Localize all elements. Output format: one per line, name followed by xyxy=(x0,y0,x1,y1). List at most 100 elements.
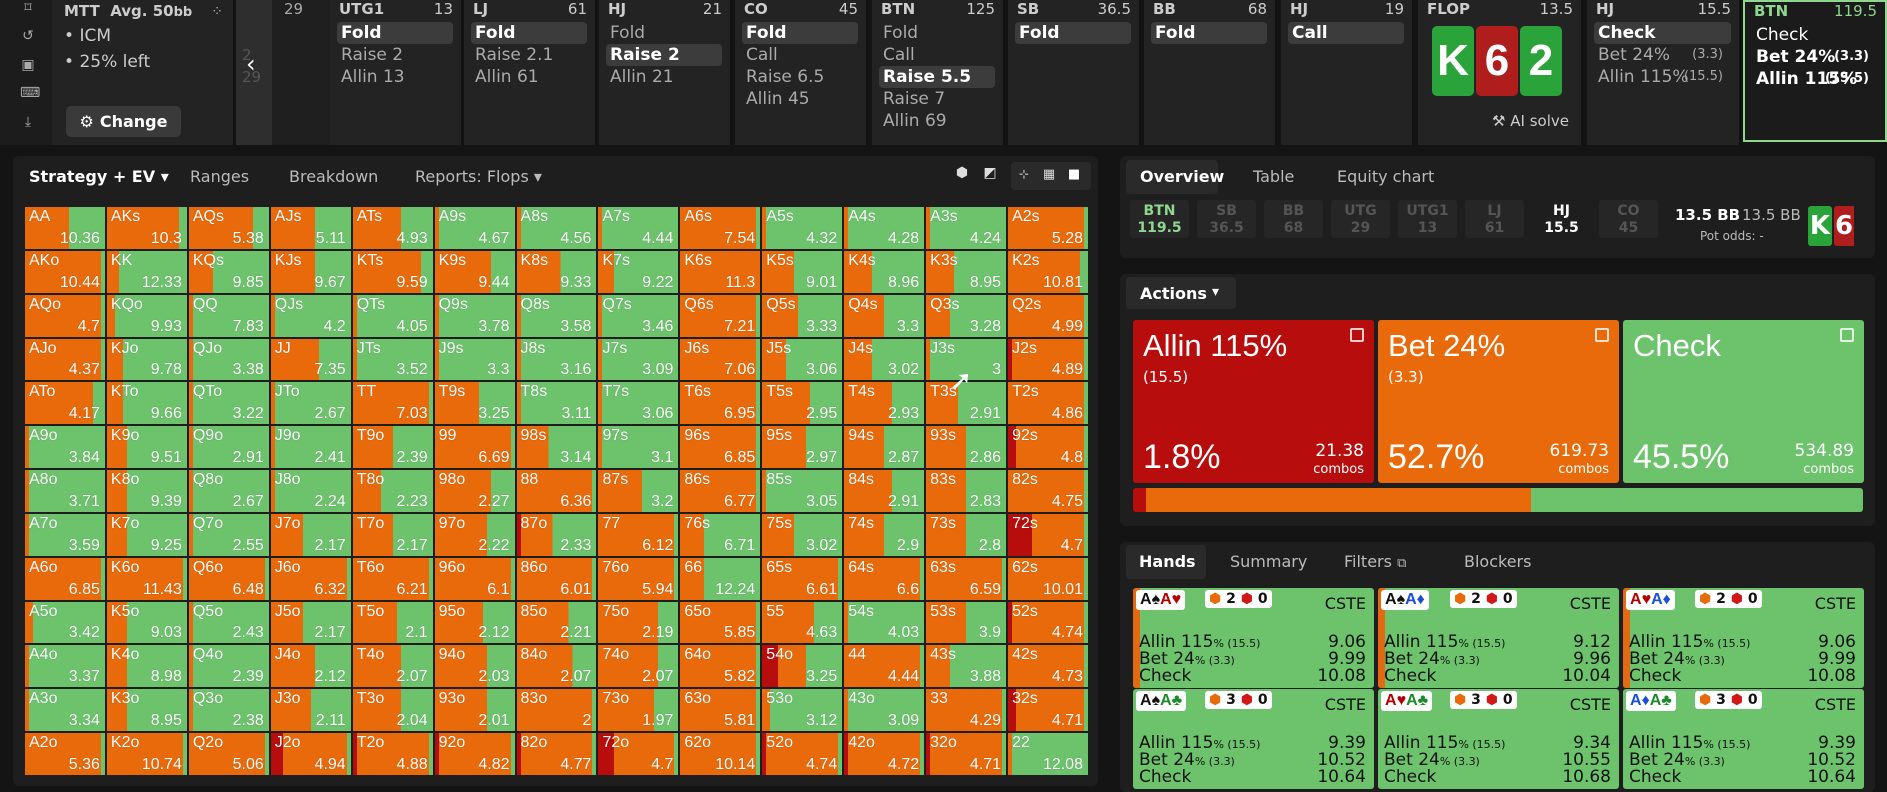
hand-cell-A7s[interactable]: A7s 4.44 xyxy=(597,206,680,250)
action-card-bet-24-[interactable]: Bet 24% (3.3) 52.7% 619.73 combos xyxy=(1378,320,1619,483)
hand-cell-K5o[interactable]: K5o 9.03 xyxy=(105,600,188,645)
hand-cell-42s[interactable]: 42s 4.73 xyxy=(1007,644,1089,689)
hand-cell-K2o[interactable]: K2o 10.74 xyxy=(105,732,188,776)
position-chip-utg[interactable]: UTG 29 xyxy=(1331,200,1390,238)
action-fold[interactable]: Fold xyxy=(879,22,995,44)
hand-cell-Q5o[interactable]: Q5o 2.43 xyxy=(187,600,270,645)
action-fold[interactable]: Fold xyxy=(1151,22,1267,44)
hand-cell-63o[interactable]: 63o 5.81 xyxy=(679,688,762,733)
hand-cell-53s[interactable]: 53s 3.9 xyxy=(925,600,1008,645)
action-allin[interactable]: Allin 115% (15.5) xyxy=(1752,68,1877,90)
hand-cell-T4o[interactable]: T4o 2.07 xyxy=(351,644,434,689)
details-icon[interactable] xyxy=(1840,328,1854,342)
hand-cell-AQs[interactable]: AQs 5.38 xyxy=(187,206,270,250)
hand-cell-K8s[interactable]: K8s 9.33 xyxy=(515,249,598,294)
action-check[interactable]: Check xyxy=(1752,24,1877,46)
actions-dropdown[interactable]: Actions ▾ xyxy=(1126,277,1236,309)
hand-cell-73s[interactable]: 73s 2.8 xyxy=(925,512,1008,557)
hand-cell-93s[interactable]: 93s 2.86 xyxy=(925,425,1008,470)
hand-cell-98o[interactable]: 98o 2.27 xyxy=(433,469,516,513)
hand-cell-A2o[interactable]: A2o 5.36 xyxy=(24,732,106,776)
gamepad-icon[interactable]: ⌨ xyxy=(20,85,40,101)
hand-cell-K7s[interactable]: K7s 9.22 xyxy=(597,249,680,294)
hand-cell-85s[interactable]: 85s 3.05 xyxy=(761,469,844,513)
hand-cell-J4s[interactable]: J4s 3.02 xyxy=(843,337,926,382)
hand-cell-33[interactable]: 33 4.29 xyxy=(925,688,1008,733)
action-fold[interactable]: Fold xyxy=(1015,22,1131,44)
hand-cell-97o[interactable]: 97o 2.22 xyxy=(433,512,516,557)
hand-cell-99[interactable]: 99 6.69 xyxy=(433,425,516,470)
hand-cell-76s[interactable]: 76s 6.71 xyxy=(679,512,762,557)
action-call[interactable]: Call xyxy=(742,44,858,66)
hand-cell-A2s[interactable]: A2s 5.28 xyxy=(1007,206,1089,250)
hand-cell-43s[interactable]: 43s 3.88 xyxy=(925,644,1008,689)
hand-cell-62o[interactable]: 62o 10.14 xyxy=(679,732,762,776)
hand-cell-A6s[interactable]: A6s 7.54 xyxy=(679,206,762,250)
action-raise-2-1[interactable]: Raise 2.1 xyxy=(471,44,587,66)
action-allin-21[interactable]: Allin 21 xyxy=(606,66,722,88)
action-card-allin-115-[interactable]: Allin 115% (15.5) 1.8% 21.38 combos xyxy=(1133,320,1374,483)
hand-cell-74o[interactable]: 74o 2.07 xyxy=(597,644,680,689)
hand-cell-J2o[interactable]: J2o 4.94 xyxy=(269,732,352,776)
hand-cell-KQs[interactable]: KQs 9.85 xyxy=(187,249,270,294)
hand-cell-JTo[interactable]: JTo 2.67 xyxy=(269,381,352,426)
hand-cell-65o[interactable]: 65o 5.85 xyxy=(679,600,762,645)
position-column-hj-flop[interactable]: HJ 15.5 Check Bet 24% (3.3) Allin 115% (15… xyxy=(1587,0,1741,145)
hand-cell-QQ[interactable]: QQ 7.83 xyxy=(187,293,270,338)
hand-cell-Q4s[interactable]: Q4s 3.3 xyxy=(843,293,926,338)
position-column-lj[interactable]: LJ 61 Fold Raise 2.1 Allin 61 xyxy=(464,0,597,145)
hand-cell-QJs[interactable]: QJs 4.2 xyxy=(269,293,352,338)
hand-cell-94s[interactable]: 94s 2.87 xyxy=(843,425,926,470)
position-chip-sb[interactable]: SB 36.5 xyxy=(1197,200,1256,238)
hand-combo-card[interactable]: A♦A♣ ⬢ 3 ⬢ 0 CSTE Allin 115% (15.5) 9.39 Bet … xyxy=(1623,689,1864,789)
hand-cell-T7o[interactable]: T7o 2.17 xyxy=(351,512,434,557)
hand-cell-KTs[interactable]: KTs 9.59 xyxy=(351,249,434,294)
bookmark-icon[interactable]: ⌑ xyxy=(20,0,36,16)
change-button[interactable]: ⚙ Change xyxy=(66,106,181,137)
hand-cell-T4s[interactable]: T4s 2.93 xyxy=(843,381,926,426)
position-chip-bb[interactable]: BB 68 xyxy=(1264,200,1323,238)
tab-equity-chart[interactable]: Equity chart xyxy=(1337,167,1434,186)
position-chip-co[interactable]: CO 45 xyxy=(1599,200,1658,238)
hand-cell-66[interactable]: 66 12.24 xyxy=(679,556,762,601)
hand-cell-82o[interactable]: 82o 4.77 xyxy=(515,732,598,776)
hand-cell-53o[interactable]: 53o 3.12 xyxy=(761,688,844,733)
hand-cell-64s[interactable]: 64s 6.6 xyxy=(843,556,926,601)
hand-cell-Q2s[interactable]: Q2s 4.99 xyxy=(1007,293,1089,338)
hand-cell-A8o[interactable]: A8o 3.71 xyxy=(24,469,106,513)
hand-cell-K3s[interactable]: K3s 8.95 xyxy=(925,249,1008,294)
action-raise-7[interactable]: Raise 7 xyxy=(879,88,995,110)
hand-cell-KQo[interactable]: KQo 9.93 xyxy=(105,293,188,338)
hand-cell-QTs[interactable]: QTs 4.05 xyxy=(351,293,434,338)
hand-cell-K7o[interactable]: K7o 9.25 xyxy=(105,512,188,557)
half-square-icon[interactable]: ◩ xyxy=(979,165,1001,187)
action-card-check[interactable]: Check 45.5% 534.89 combos xyxy=(1623,320,1864,483)
hand-cell-A7o[interactable]: A7o 3.59 xyxy=(24,512,106,557)
hand-cell-Q5s[interactable]: Q5s 3.33 xyxy=(761,293,844,338)
hand-cell-KJo[interactable]: KJo 9.78 xyxy=(105,337,188,382)
hand-cell-JTs[interactable]: JTs 3.52 xyxy=(351,337,434,382)
hand-cell-98s[interactable]: 98s 3.14 xyxy=(515,425,598,470)
position-column-btn-active[interactable]: BTN 119.5 Check Bet 24% (3.3) Allin 115%(… xyxy=(1743,0,1887,142)
position-column-hj[interactable]: HJ 19 Call xyxy=(1281,0,1414,145)
hand-cell-Q6s[interactable]: Q6s 7.21 xyxy=(679,293,762,338)
action-bet[interactable]: Bet 24% (3.3) xyxy=(1752,46,1877,68)
hand-cell-AA[interactable]: AA 10.36 xyxy=(24,206,106,250)
hand-cell-J4o[interactable]: J4o 2.12 xyxy=(269,644,352,689)
hand-cell-KK[interactable]: KK 12.33 xyxy=(105,249,188,294)
position-column-btn[interactable]: BTN 125 Fold Call Raise 5.5 Raise 7 Allin 69 xyxy=(872,0,1005,145)
hand-combo-card[interactable]: A♥A♦ ⬢ 2 ⬢ 0 CSTE Allin 115% (15.5) 9.06 Bet … xyxy=(1623,588,1864,688)
action-call[interactable]: Call xyxy=(879,44,995,66)
position-chip-btn[interactable]: BTN 119.5 xyxy=(1130,200,1189,238)
hand-combo-card[interactable]: A♠A♣ ⬢ 3 ⬢ 0 CSTE Allin 115% (15.5) 9.39 Bet … xyxy=(1133,689,1374,789)
hand-cell-T5o[interactable]: T5o 2.1 xyxy=(351,600,434,645)
hand-cell-87o[interactable]: 87o 2.33 xyxy=(515,512,598,557)
tab-table[interactable]: Table xyxy=(1253,167,1294,186)
hand-cell-52o[interactable]: 52o 4.74 xyxy=(761,732,844,776)
position-column-co[interactable]: CO 45 Fold Call Raise 6.5 Allin 45 xyxy=(735,0,868,145)
hand-cell-A5s[interactable]: A5s 4.32 xyxy=(761,206,844,250)
hand-cell-J9o[interactable]: J9o 2.41 xyxy=(269,425,352,470)
compact-icon[interactable]: ⊹ xyxy=(1015,167,1033,185)
grid-icon[interactable]: ▦ xyxy=(1040,167,1058,185)
hand-cell-A9o[interactable]: A9o 3.84 xyxy=(24,425,106,470)
